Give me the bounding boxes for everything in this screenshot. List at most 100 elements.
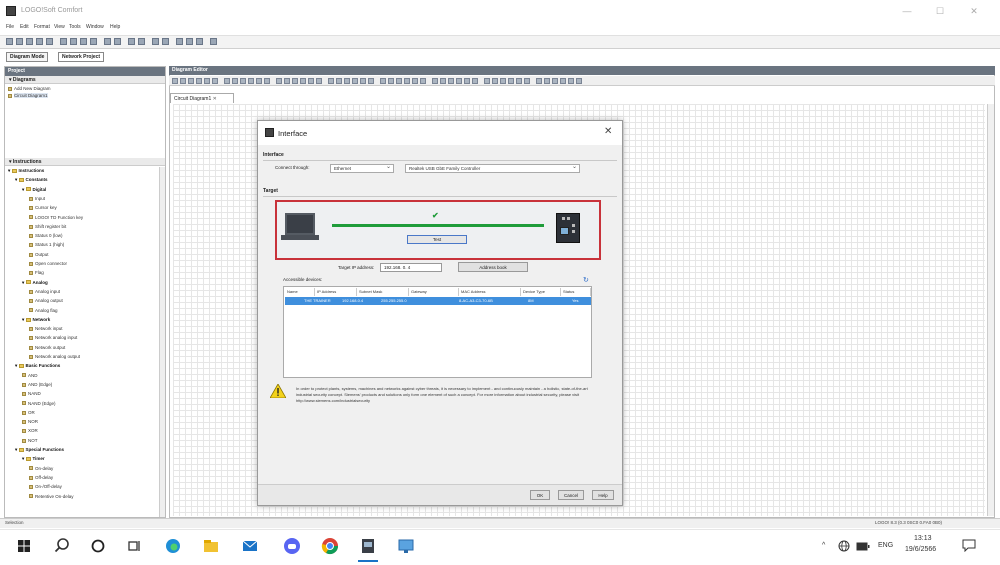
editor-tool-icon[interactable] [432, 78, 438, 84]
logo-to-pc-icon[interactable] [138, 38, 145, 45]
tree-item[interactable]: NOR [22, 419, 38, 424]
editor-tool-icon[interactable] [316, 78, 322, 84]
editor-tool-icon[interactable] [188, 78, 194, 84]
editor-tool-icon[interactable] [308, 78, 314, 84]
editor-tool-icon[interactable] [204, 78, 210, 84]
add-new-diagram-item[interactable]: Add New Diagram [8, 86, 51, 91]
editor-tool-icon[interactable] [404, 78, 410, 84]
menu-file[interactable]: File [6, 24, 14, 30]
editor-tool-icon[interactable] [352, 78, 358, 84]
tree-item[interactable]: NAND (Edge) [22, 401, 56, 406]
tab-diagram-mode[interactable]: Diagram Mode [6, 52, 49, 62]
battery-icon[interactable] [856, 542, 870, 551]
editor-tool-icon[interactable] [412, 78, 418, 84]
editor-tool-icon[interactable] [396, 78, 402, 84]
editor-tool-icon[interactable] [276, 78, 282, 84]
editor-tool-icon[interactable] [516, 78, 522, 84]
editor-tool-icon[interactable] [344, 78, 350, 84]
cortana-icon[interactable] [88, 536, 108, 556]
notifications-icon[interactable] [962, 538, 976, 552]
editor-tool-icon[interactable] [420, 78, 426, 84]
help-button[interactable]: Help [592, 490, 614, 500]
editor-tool-icon[interactable] [360, 78, 366, 84]
circuit-diagram-item[interactable]: Circuit Diagram1 [8, 93, 48, 98]
editor-tool-icon[interactable] [328, 78, 334, 84]
task-view-icon[interactable] [124, 536, 144, 556]
editor-tool-icon[interactable] [464, 78, 470, 84]
paste-icon[interactable] [80, 38, 87, 45]
file-explorer-icon[interactable] [201, 536, 221, 556]
delete-icon[interactable] [90, 38, 97, 45]
find-icon[interactable] [186, 38, 193, 45]
editor-tool-icon[interactable] [388, 78, 394, 84]
tree-item[interactable]: ▾ Basic Functions [15, 363, 60, 369]
connect-through-select[interactable]: Ethernet [330, 163, 394, 173]
tree-item[interactable]: ▾ Special Functions [15, 447, 64, 453]
editor-tool-icon[interactable] [180, 78, 186, 84]
clock-time[interactable]: 13:13 [914, 535, 932, 542]
tab-network-project[interactable]: Network Project [58, 52, 105, 62]
tree-item[interactable]: Analog output [29, 298, 63, 303]
tree-item[interactable]: Analog flag [29, 308, 58, 313]
editor-tool-icon[interactable] [284, 78, 290, 84]
tree-item[interactable]: NOT [22, 438, 38, 443]
menu-window[interactable]: Window [86, 24, 104, 30]
close-window-button[interactable]: ✕ [962, 5, 986, 17]
editor-tool-icon[interactable] [196, 78, 202, 84]
tree-item[interactable]: Open connector [29, 261, 67, 266]
editor-tool-icon[interactable] [536, 78, 542, 84]
clock-date[interactable]: 19/6/2566 [905, 546, 936, 553]
tree-item[interactable]: Shift register bit [29, 224, 66, 229]
zoom-icon[interactable] [196, 38, 203, 45]
cut-icon[interactable] [60, 38, 67, 45]
close-tab-icon[interactable]: ✕ [213, 96, 217, 102]
pc-to-logo-icon[interactable] [128, 38, 135, 45]
menu-help[interactable]: Help [110, 24, 120, 30]
editor-tool-icon[interactable] [576, 78, 582, 84]
show-hidden-icons[interactable]: ^ [822, 542, 825, 549]
menu-view[interactable]: View [54, 24, 65, 30]
address-book-button[interactable]: Address book [458, 262, 528, 272]
windows-start-icon[interactable] [14, 536, 34, 556]
tree-item[interactable]: On-/Off-delay [29, 484, 62, 489]
editor-tool-icon[interactable] [448, 78, 454, 84]
discord-icon[interactable] [282, 536, 302, 556]
tree-item[interactable]: AND (Edge) [22, 382, 52, 387]
save-as-icon[interactable] [36, 38, 43, 45]
editor-tool-icon[interactable] [552, 78, 558, 84]
editor-tool-icon[interactable] [500, 78, 506, 84]
editor-tool-icon[interactable] [380, 78, 386, 84]
editor-tool-icon[interactable] [300, 78, 306, 84]
tree-item[interactable]: Off-delay [29, 475, 53, 480]
select-all-icon[interactable] [176, 38, 183, 45]
tree-item[interactable]: ▾ Digital [22, 187, 46, 193]
editor-tool-icon[interactable] [440, 78, 446, 84]
editor-tool-icon[interactable] [232, 78, 238, 84]
minimize-button[interactable]: — [895, 5, 919, 17]
tree-item[interactable]: XOR [22, 428, 38, 433]
tree-item[interactable]: On-delay [29, 466, 53, 471]
editor-tool-icon[interactable] [248, 78, 254, 84]
tree-item[interactable]: NAND [22, 391, 41, 396]
search-icon[interactable] [52, 536, 72, 556]
tree-item[interactable]: Network analog input [29, 335, 77, 340]
open-icon[interactable] [16, 38, 23, 45]
editor-tool-icon[interactable] [368, 78, 374, 84]
tree-item[interactable]: Flag [29, 270, 44, 275]
input-language-indicator[interactable]: ENG [878, 542, 893, 549]
tree-scrollbar[interactable] [159, 167, 165, 517]
menu-format[interactable]: Format [34, 24, 50, 30]
online-test-icon[interactable] [162, 38, 169, 45]
editor-tool-icon[interactable] [224, 78, 230, 84]
tree-item[interactable]: Network analog output [29, 354, 80, 359]
copy-icon[interactable] [70, 38, 77, 45]
editor-tool-icon[interactable] [544, 78, 550, 84]
test-button[interactable]: Test [407, 235, 467, 244]
instructions-section-header[interactable]: ▾ Instructions [5, 158, 165, 166]
menu-edit[interactable]: Edit [20, 24, 29, 30]
network-adapter-select[interactable]: Realtek USB GbE Family Controller [405, 163, 580, 173]
tree-item[interactable]: Output [29, 252, 49, 257]
simulation-icon[interactable] [152, 38, 159, 45]
target-ip-input[interactable]: 192.168. 0. 4 [380, 263, 442, 272]
editor-tool-icon[interactable] [240, 78, 246, 84]
